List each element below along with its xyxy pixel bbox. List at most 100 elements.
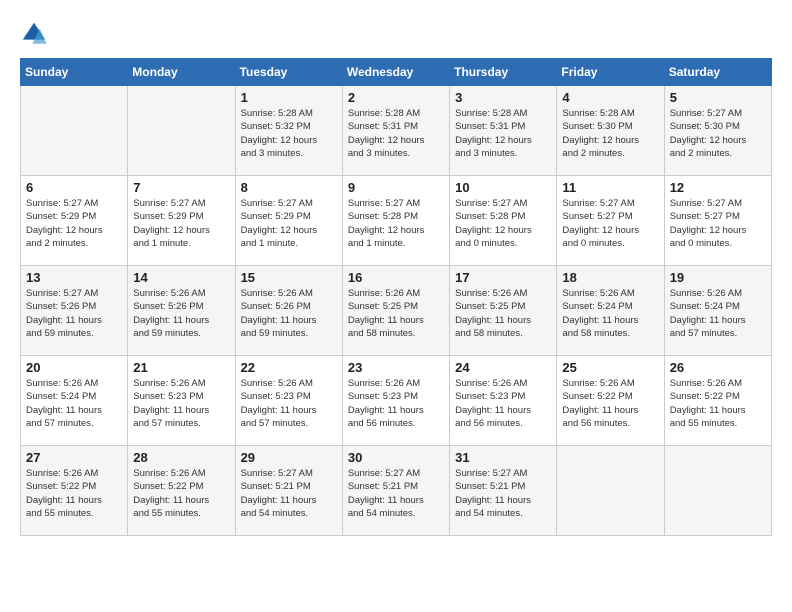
calendar-day-cell bbox=[128, 86, 235, 176]
day-info: Sunrise: 5:28 AM Sunset: 5:31 PM Dayligh… bbox=[455, 107, 551, 160]
calendar-day-cell: 22 Sunrise: 5:26 AM Sunset: 5:23 PM Dayli… bbox=[235, 356, 342, 446]
calendar-table: SundayMondayTuesdayWednesdayThursdayFrid… bbox=[20, 58, 772, 536]
day-number: 14 bbox=[133, 270, 229, 285]
day-number: 22 bbox=[241, 360, 337, 375]
calendar-day-cell: 26Sunrise: 5:26 AM Sunset: 5:22 PM Dayli… bbox=[664, 356, 771, 446]
day-info: Sunrise: 5:27 AM Sunset: 5:27 PM Dayligh… bbox=[562, 197, 658, 250]
calendar-day-cell: 29 Sunrise: 5:27 AM Sunset: 5:21 PM Dayli… bbox=[235, 446, 342, 536]
day-info: Sunrise: 5:28 AM Sunset: 5:31 PM Dayligh… bbox=[348, 107, 444, 160]
day-info: Sunrise: 5:26 AM Sunset: 5:24 PM Dayligh… bbox=[562, 287, 658, 340]
weekday-header: Sunday bbox=[21, 59, 128, 86]
day-info: Sunrise: 5:26 AM Sunset: 5:25 PM Dayligh… bbox=[455, 287, 551, 340]
calendar-day-cell: 4 Sunrise: 5:28 AM Sunset: 5:30 PM Daylig… bbox=[557, 86, 664, 176]
calendar-day-cell: 2 Sunrise: 5:28 AM Sunset: 5:31 PM Daylig… bbox=[342, 86, 449, 176]
calendar-day-cell: 31 Sunrise: 5:27 AM Sunset: 5:21 PM Dayli… bbox=[450, 446, 557, 536]
page-header bbox=[20, 20, 772, 48]
day-number: 3 bbox=[455, 90, 551, 105]
calendar-week-row: 13 Sunrise: 5:27 AM Sunset: 5:26 PM Dayli… bbox=[21, 266, 772, 356]
day-number: 18 bbox=[562, 270, 658, 285]
day-info: Sunrise: 5:26 AM Sunset: 5:24 PM Dayligh… bbox=[670, 287, 766, 340]
logo bbox=[20, 20, 48, 48]
calendar-day-cell: 8 Sunrise: 5:27 AM Sunset: 5:29 PM Daylig… bbox=[235, 176, 342, 266]
day-number: 8 bbox=[241, 180, 337, 195]
day-info: Sunrise: 5:27 AM Sunset: 5:29 PM Dayligh… bbox=[241, 197, 337, 250]
calendar-day-cell: 9 Sunrise: 5:27 AM Sunset: 5:28 PM Daylig… bbox=[342, 176, 449, 266]
day-number: 2 bbox=[348, 90, 444, 105]
day-number: 6 bbox=[26, 180, 122, 195]
calendar-day-cell: 6 Sunrise: 5:27 AM Sunset: 5:29 PM Daylig… bbox=[21, 176, 128, 266]
weekday-header: Tuesday bbox=[235, 59, 342, 86]
calendar-day-cell: 28Sunrise: 5:26 AM Sunset: 5:22 PM Dayli… bbox=[128, 446, 235, 536]
day-number: 24 bbox=[455, 360, 551, 375]
day-info: Sunrise: 5:26 AM Sunset: 5:22 PM Dayligh… bbox=[133, 467, 229, 520]
calendar-day-cell: 25Sunrise: 5:26 AM Sunset: 5:22 PM Dayli… bbox=[557, 356, 664, 446]
day-info: Sunrise: 5:27 AM Sunset: 5:21 PM Dayligh… bbox=[455, 467, 551, 520]
day-number: 17 bbox=[455, 270, 551, 285]
day-number: 16 bbox=[348, 270, 444, 285]
calendar-week-row: 20 Sunrise: 5:26 AM Sunset: 5:24 PM Dayli… bbox=[21, 356, 772, 446]
calendar-day-cell bbox=[664, 446, 771, 536]
day-info: Sunrise: 5:27 AM Sunset: 5:26 PM Dayligh… bbox=[26, 287, 122, 340]
day-number: 12 bbox=[670, 180, 766, 195]
calendar-day-cell: 14 Sunrise: 5:26 AM Sunset: 5:26 PM Dayli… bbox=[128, 266, 235, 356]
calendar-day-cell: 16 Sunrise: 5:26 AM Sunset: 5:25 PM Dayli… bbox=[342, 266, 449, 356]
logo-icon bbox=[20, 20, 48, 48]
calendar-day-cell: 13 Sunrise: 5:27 AM Sunset: 5:26 PM Dayli… bbox=[21, 266, 128, 356]
calendar-week-row: 1Sunrise: 5:28 AM Sunset: 5:32 PM Daylig… bbox=[21, 86, 772, 176]
day-number: 25 bbox=[562, 360, 658, 375]
weekday-header: Thursday bbox=[450, 59, 557, 86]
weekday-header-row: SundayMondayTuesdayWednesdayThursdayFrid… bbox=[21, 59, 772, 86]
calendar-day-cell: 15Sunrise: 5:26 AM Sunset: 5:26 PM Dayli… bbox=[235, 266, 342, 356]
calendar-day-cell: 17 Sunrise: 5:26 AM Sunset: 5:25 PM Dayli… bbox=[450, 266, 557, 356]
calendar-day-cell: 12Sunrise: 5:27 AM Sunset: 5:27 PM Dayli… bbox=[664, 176, 771, 266]
day-number: 11 bbox=[562, 180, 658, 195]
day-number: 19 bbox=[670, 270, 766, 285]
calendar-day-cell: 23Sunrise: 5:26 AM Sunset: 5:23 PM Dayli… bbox=[342, 356, 449, 446]
weekday-header: Wednesday bbox=[342, 59, 449, 86]
day-info: Sunrise: 5:27 AM Sunset: 5:21 PM Dayligh… bbox=[348, 467, 444, 520]
calendar-day-cell: 27 Sunrise: 5:26 AM Sunset: 5:22 PM Dayli… bbox=[21, 446, 128, 536]
day-info: Sunrise: 5:27 AM Sunset: 5:28 PM Dayligh… bbox=[348, 197, 444, 250]
day-info: Sunrise: 5:26 AM Sunset: 5:26 PM Dayligh… bbox=[133, 287, 229, 340]
day-number: 30 bbox=[348, 450, 444, 465]
calendar-day-cell: 21 Sunrise: 5:26 AM Sunset: 5:23 PM Dayli… bbox=[128, 356, 235, 446]
day-number: 10 bbox=[455, 180, 551, 195]
day-number: 5 bbox=[670, 90, 766, 105]
day-number: 1 bbox=[241, 90, 337, 105]
day-info: Sunrise: 5:28 AM Sunset: 5:30 PM Dayligh… bbox=[562, 107, 658, 160]
day-info: Sunrise: 5:26 AM Sunset: 5:25 PM Dayligh… bbox=[348, 287, 444, 340]
calendar-day-cell: 10Sunrise: 5:27 AM Sunset: 5:28 PM Dayli… bbox=[450, 176, 557, 266]
calendar-day-cell: 11 Sunrise: 5:27 AM Sunset: 5:27 PM Dayli… bbox=[557, 176, 664, 266]
day-number: 27 bbox=[26, 450, 122, 465]
calendar-day-cell: 7 Sunrise: 5:27 AM Sunset: 5:29 PM Daylig… bbox=[128, 176, 235, 266]
day-info: Sunrise: 5:26 AM Sunset: 5:23 PM Dayligh… bbox=[455, 377, 551, 430]
day-number: 31 bbox=[455, 450, 551, 465]
day-info: Sunrise: 5:26 AM Sunset: 5:23 PM Dayligh… bbox=[133, 377, 229, 430]
day-number: 4 bbox=[562, 90, 658, 105]
day-number: 20 bbox=[26, 360, 122, 375]
calendar-day-cell: 3 Sunrise: 5:28 AM Sunset: 5:31 PM Daylig… bbox=[450, 86, 557, 176]
day-number: 7 bbox=[133, 180, 229, 195]
day-info: Sunrise: 5:26 AM Sunset: 5:23 PM Dayligh… bbox=[348, 377, 444, 430]
day-info: Sunrise: 5:27 AM Sunset: 5:29 PM Dayligh… bbox=[26, 197, 122, 250]
day-info: Sunrise: 5:26 AM Sunset: 5:22 PM Dayligh… bbox=[26, 467, 122, 520]
day-number: 21 bbox=[133, 360, 229, 375]
weekday-header: Friday bbox=[557, 59, 664, 86]
calendar-week-row: 6 Sunrise: 5:27 AM Sunset: 5:29 PM Daylig… bbox=[21, 176, 772, 266]
day-info: Sunrise: 5:27 AM Sunset: 5:30 PM Dayligh… bbox=[670, 107, 766, 160]
calendar-day-cell: 18 Sunrise: 5:26 AM Sunset: 5:24 PM Dayli… bbox=[557, 266, 664, 356]
day-info: Sunrise: 5:26 AM Sunset: 5:24 PM Dayligh… bbox=[26, 377, 122, 430]
calendar-day-cell: 24 Sunrise: 5:26 AM Sunset: 5:23 PM Dayli… bbox=[450, 356, 557, 446]
day-number: 9 bbox=[348, 180, 444, 195]
day-info: Sunrise: 5:27 AM Sunset: 5:21 PM Dayligh… bbox=[241, 467, 337, 520]
day-number: 13 bbox=[26, 270, 122, 285]
calendar-week-row: 27 Sunrise: 5:26 AM Sunset: 5:22 PM Dayli… bbox=[21, 446, 772, 536]
calendar-day-cell: 19 Sunrise: 5:26 AM Sunset: 5:24 PM Dayli… bbox=[664, 266, 771, 356]
day-info: Sunrise: 5:27 AM Sunset: 5:29 PM Dayligh… bbox=[133, 197, 229, 250]
day-info: Sunrise: 5:26 AM Sunset: 5:23 PM Dayligh… bbox=[241, 377, 337, 430]
day-info: Sunrise: 5:26 AM Sunset: 5:26 PM Dayligh… bbox=[241, 287, 337, 340]
calendar-day-cell bbox=[21, 86, 128, 176]
day-number: 26 bbox=[670, 360, 766, 375]
calendar-day-cell: 30 Sunrise: 5:27 AM Sunset: 5:21 PM Dayli… bbox=[342, 446, 449, 536]
day-number: 29 bbox=[241, 450, 337, 465]
